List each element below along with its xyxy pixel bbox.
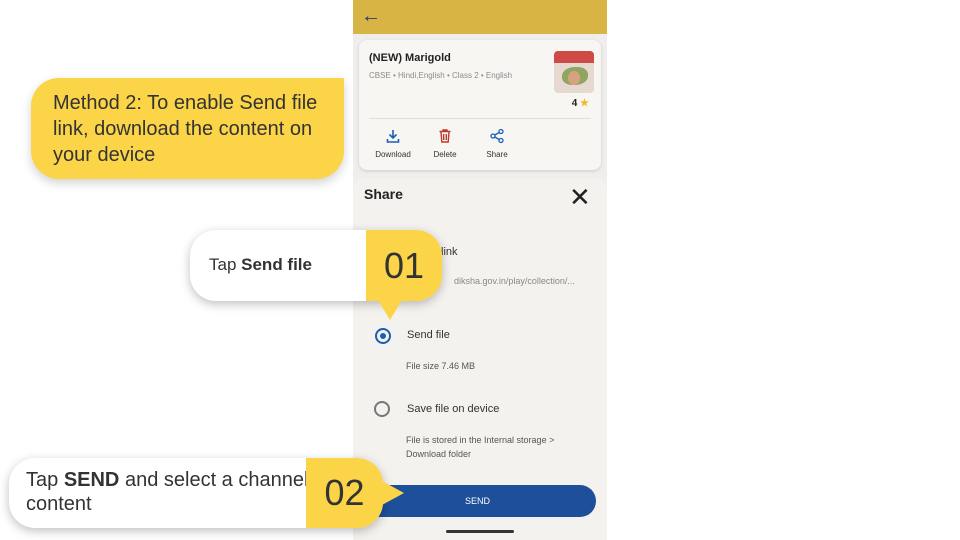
back-arrow-icon[interactable]: ← — [361, 4, 381, 28]
content-thumbnail — [554, 51, 594, 93]
step2-pointer — [382, 481, 404, 505]
step1-number: 01 — [366, 230, 442, 301]
card-divider — [369, 118, 591, 119]
download-icon — [368, 128, 418, 146]
step1-prefix: Tap — [209, 255, 242, 274]
step2-prefix: Tap — [26, 469, 64, 491]
download-button[interactable]: Download — [368, 128, 418, 159]
app-bar: ← — [353, 0, 607, 34]
step1-pointer — [378, 300, 402, 320]
content-card: (NEW) Marigold CBSE • Hindi,English • Cl… — [359, 40, 601, 170]
content-title: (NEW) Marigold — [369, 52, 451, 64]
file-size-text: File size 7.46 MB — [406, 361, 476, 371]
save-note-line1: File is stored in the Internal storage > — [406, 435, 555, 445]
home-indicator — [446, 530, 514, 533]
share-title: Share — [364, 186, 403, 202]
share-icon — [472, 128, 522, 146]
save-file-label[interactable]: Save file on device — [407, 403, 499, 415]
step1-bold: Send file — [241, 255, 312, 274]
method-callout: Method 2: To enable Send file link, down… — [31, 78, 344, 179]
save-file-radio[interactable] — [374, 401, 390, 417]
step2-number: 02 — [306, 458, 383, 528]
step2-bold: SEND — [63, 469, 120, 491]
rating-value: 4 — [571, 98, 578, 109]
share-label: Share — [486, 150, 508, 159]
save-note-line2: Download folder — [406, 449, 472, 459]
close-icon[interactable]: ✕ — [569, 182, 591, 212]
delete-button[interactable]: Delete — [420, 128, 470, 159]
trash-icon — [420, 128, 470, 146]
share-button[interactable]: Share — [472, 128, 522, 159]
link-url: diksha.gov.in/play/collection/... — [454, 276, 575, 286]
delete-label: Delete — [433, 150, 457, 159]
star-icon: ★ — [580, 98, 589, 109]
send-file-radio[interactable] — [375, 328, 391, 344]
send-file-label[interactable]: Send file — [407, 329, 450, 341]
link-option-label[interactable]: link — [441, 246, 458, 258]
content-meta: CBSE • Hindi,English • Class 2 • English — [369, 71, 513, 80]
method-callout-text: Method 2: To enable Send file link, down… — [53, 92, 318, 166]
download-label: Download — [375, 150, 411, 159]
content-rating: 4 ★ — [572, 98, 589, 109]
step1-text: Tap Send file — [209, 255, 312, 275]
